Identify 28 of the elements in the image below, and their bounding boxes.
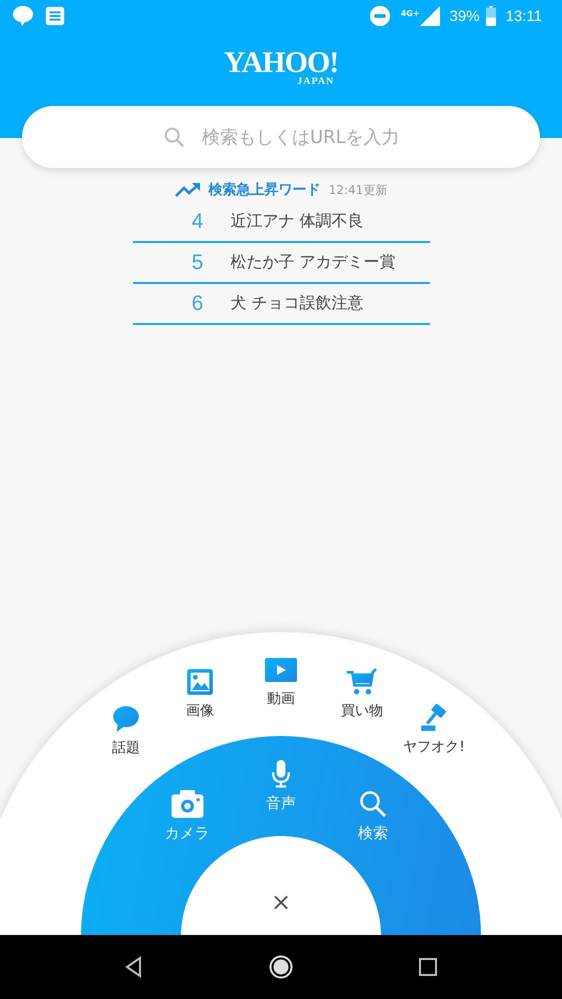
trending-up-icon [174, 182, 201, 198]
battery-percent: 39% [450, 8, 480, 24]
yahoo-logo: YAHOO! [224, 50, 338, 76]
clock: 13:11 [506, 8, 542, 24]
camera-icon [171, 790, 203, 818]
menu-button[interactable]: 画像 [184, 668, 216, 720]
signal-icon [420, 6, 440, 26]
do-not-disturb-icon [368, 5, 391, 27]
menu-button[interactable]: ヤフオク! [403, 704, 465, 756]
update-time: 12:41更新 [328, 182, 388, 198]
menu-button[interactable]: 動画 [265, 656, 297, 708]
speech-bubble-icon [110, 705, 142, 733]
logo-subtitle: JAPAN [297, 76, 334, 87]
chat-bubble-icon [12, 5, 34, 27]
search-icon [357, 790, 389, 818]
play-icon [265, 656, 297, 684]
search-field[interactable]: 検索もしくはURLを入力 [22, 106, 540, 168]
menu-button[interactable]: 話題 [110, 705, 142, 757]
home-icon[interactable] [268, 955, 293, 979]
battery-icon [486, 6, 496, 26]
menu-button[interactable]: 買い物 [341, 668, 383, 720]
image-icon [184, 668, 216, 696]
network-type: 4G+ [400, 9, 420, 18]
trending-title: 検索急上昇ワード [208, 181, 321, 199]
close-button[interactable]: × [266, 886, 296, 918]
document-icon [44, 5, 66, 27]
search-icon [163, 126, 185, 148]
cart-icon [346, 668, 378, 696]
